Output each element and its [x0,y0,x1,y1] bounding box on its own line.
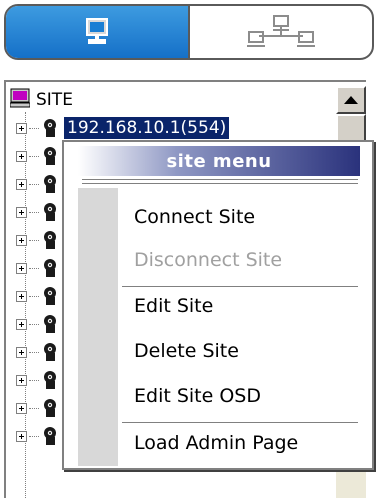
tree-connector [29,239,39,241]
tree-connector [29,183,39,185]
menu-item-edit-site[interactable]: Edit Site [134,291,213,321]
tree-connector [29,407,39,409]
camera-icon [41,202,59,222]
site-context-menu: site menu Connect Site Disconnect Site E… [62,140,374,470]
menu-item-connect-site[interactable]: Connect Site [134,202,255,232]
tree-connector [29,379,39,381]
expand-icon[interactable] [16,178,27,190]
tree-root-label: SITE [36,90,73,110]
menu-header: site menu [78,146,360,176]
tree-item[interactable]: 192.168.10.1(554) [16,116,230,140]
expand-icon[interactable] [16,122,27,134]
menu-item-delete-site[interactable]: Delete Site [134,336,239,366]
menu-item-edit-site-osd[interactable]: Edit Site OSD [134,381,261,411]
tree-connector [29,435,39,437]
site-panel: SITE 192.168.10.1(554)192.168.10.12(554)… [0,0,380,498]
tree-connector [29,155,39,157]
camera-icon [41,146,59,166]
tree-connector [29,211,39,213]
scroll-up-button[interactable] [336,86,366,114]
view-toggle [4,4,374,60]
expand-icon[interactable] [16,150,27,162]
expand-icon[interactable] [16,234,27,246]
monitor-icon [84,17,110,47]
network-icon [243,14,319,50]
tree-connector [29,267,39,269]
menu-item-load-admin-page[interactable]: Load Admin Page [134,428,298,458]
expand-icon[interactable] [16,318,27,330]
tree-connector [29,323,39,325]
menu-separator [122,422,358,423]
camera-icon [41,398,59,418]
single-site-view-button[interactable] [6,6,190,58]
expand-icon[interactable] [16,290,27,302]
camera-icon [41,370,59,390]
menu-header-divider [82,179,358,184]
camera-icon [41,258,59,278]
menu-item-disconnect-site[interactable]: Disconnect Site [134,245,282,275]
network-view-button[interactable] [190,6,372,58]
tree-root-site[interactable]: SITE [9,88,73,112]
camera-icon [41,314,59,334]
camera-icon [41,426,59,446]
tree-item-label: 192.168.10.1(554) [64,117,230,139]
camera-icon [41,342,59,362]
camera-icon [41,230,59,250]
computer-icon [9,88,31,112]
expand-icon[interactable] [16,430,27,442]
menu-icon-strip [78,188,118,466]
menu-title: site menu [166,150,272,172]
expand-icon[interactable] [16,346,27,358]
expand-icon[interactable] [16,206,27,218]
scroll-up-arrow-icon [344,96,358,104]
expand-icon[interactable] [16,262,27,274]
tree-connector [29,127,39,129]
tree-connector [29,351,39,353]
expand-icon[interactable] [16,402,27,414]
expand-icon[interactable] [16,374,27,386]
camera-icon [41,174,59,194]
camera-icon [41,118,59,138]
camera-icon [41,286,59,306]
menu-separator [122,286,358,287]
tree-connector [29,295,39,297]
